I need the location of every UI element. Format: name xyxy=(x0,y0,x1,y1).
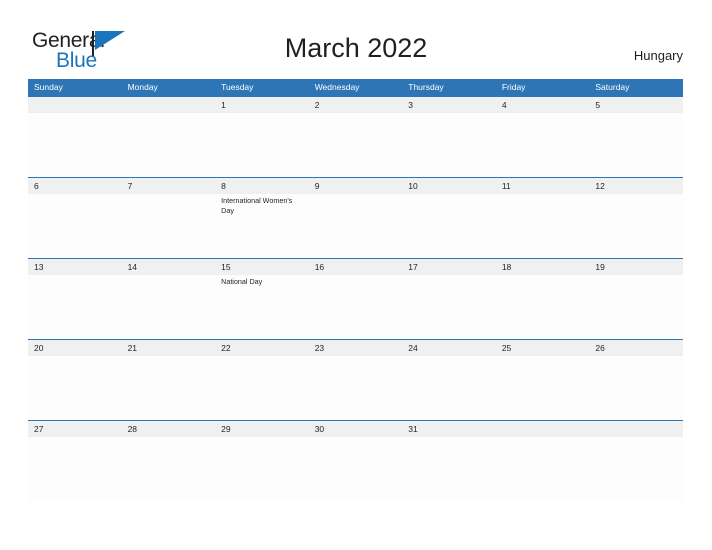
day-event[interactable]: International Women's Day xyxy=(215,194,309,258)
day-number[interactable]: 17 xyxy=(402,259,496,275)
day-number[interactable] xyxy=(589,421,683,437)
day-event[interactable] xyxy=(309,194,403,258)
day-number[interactable]: 21 xyxy=(122,340,216,356)
day-number[interactable]: 5 xyxy=(589,97,683,113)
day-event[interactable] xyxy=(496,275,590,339)
day-number[interactable]: 23 xyxy=(309,340,403,356)
day-event[interactable] xyxy=(122,437,216,501)
day-event[interactable] xyxy=(589,275,683,339)
weekday-header-monday: Monday xyxy=(127,82,158,92)
day-number[interactable]: 18 xyxy=(496,259,590,275)
day-number[interactable]: 10 xyxy=(402,178,496,194)
day-event[interactable] xyxy=(402,437,496,501)
day-event[interactable] xyxy=(309,356,403,420)
page-header: General Blue March 2022 Hungary xyxy=(0,0,712,78)
day-number[interactable]: 4 xyxy=(496,97,590,113)
week-row: 1 2 3 4 5 xyxy=(28,96,683,177)
week-row: 13 14 15 16 17 18 19 National Day xyxy=(28,258,683,339)
day-number[interactable]: 27 xyxy=(28,421,122,437)
country-label: Hungary xyxy=(633,48,683,63)
day-event[interactable] xyxy=(589,437,683,501)
day-body-band xyxy=(28,356,683,420)
day-event[interactable] xyxy=(28,194,122,258)
day-event[interactable] xyxy=(589,113,683,177)
day-number[interactable]: 22 xyxy=(215,340,309,356)
day-number[interactable]: 2 xyxy=(309,97,403,113)
day-event[interactable] xyxy=(215,113,309,177)
weekday-header-row: Sunday Monday Tuesday Wednesday Thursday… xyxy=(28,79,683,96)
weekday-header-saturday: Saturday xyxy=(595,82,630,92)
day-event[interactable] xyxy=(215,437,309,501)
day-event[interactable] xyxy=(496,113,590,177)
day-event[interactable] xyxy=(309,275,403,339)
day-number[interactable]: 6 xyxy=(28,178,122,194)
day-number[interactable]: 19 xyxy=(589,259,683,275)
day-number[interactable]: 7 xyxy=(122,178,216,194)
day-event[interactable] xyxy=(122,113,216,177)
day-event[interactable] xyxy=(589,194,683,258)
day-number[interactable]: 29 xyxy=(215,421,309,437)
day-event[interactable] xyxy=(496,356,590,420)
day-event[interactable] xyxy=(28,275,122,339)
day-event[interactable] xyxy=(28,113,122,177)
day-event[interactable] xyxy=(402,356,496,420)
day-event[interactable] xyxy=(309,113,403,177)
day-number[interactable]: 14 xyxy=(122,259,216,275)
day-body-band xyxy=(28,437,683,501)
day-event[interactable] xyxy=(589,356,683,420)
day-number[interactable]: 25 xyxy=(496,340,590,356)
day-event[interactable] xyxy=(28,356,122,420)
day-number[interactable]: 8 xyxy=(215,178,309,194)
calendar-grid: Sunday Monday Tuesday Wednesday Thursday… xyxy=(28,79,683,501)
day-number[interactable]: 9 xyxy=(309,178,403,194)
day-number[interactable]: 20 xyxy=(28,340,122,356)
day-number-band: 6 7 8 9 10 11 12 xyxy=(28,178,683,194)
week-row: 20 21 22 23 24 25 26 xyxy=(28,339,683,420)
day-event[interactable] xyxy=(122,356,216,420)
weekday-header-friday: Friday xyxy=(501,82,526,92)
day-number[interactable]: 16 xyxy=(309,259,403,275)
day-event[interactable]: National Day xyxy=(215,275,309,339)
day-event[interactable] xyxy=(122,194,216,258)
day-number[interactable]: 12 xyxy=(589,178,683,194)
day-number-band: 27 28 29 30 31 xyxy=(28,421,683,437)
day-number[interactable]: 30 xyxy=(309,421,403,437)
page-title: March 2022 xyxy=(284,33,428,63)
day-number[interactable]: 1 xyxy=(215,97,309,113)
day-event[interactable] xyxy=(496,194,590,258)
day-number[interactable] xyxy=(122,97,216,113)
day-number[interactable]: 31 xyxy=(402,421,496,437)
day-number[interactable]: 24 xyxy=(402,340,496,356)
day-event[interactable] xyxy=(215,356,309,420)
day-event[interactable] xyxy=(28,437,122,501)
weekday-header-wednesday: Wednesday xyxy=(314,82,360,92)
week-row: 27 28 29 30 31 xyxy=(28,420,683,501)
day-event[interactable] xyxy=(402,194,496,258)
day-number[interactable]: 26 xyxy=(589,340,683,356)
day-number[interactable]: 11 xyxy=(496,178,590,194)
day-event[interactable] xyxy=(309,437,403,501)
day-number-band: 1 2 3 4 5 xyxy=(28,97,683,113)
day-body-band: International Women's Day xyxy=(28,194,683,258)
day-number[interactable]: 3 xyxy=(402,97,496,113)
day-number-band: 13 14 15 16 17 18 19 xyxy=(28,259,683,275)
day-number[interactable]: 15 xyxy=(215,259,309,275)
day-number[interactable]: 13 xyxy=(28,259,122,275)
day-event[interactable] xyxy=(402,113,496,177)
day-event[interactable] xyxy=(496,437,590,501)
day-event[interactable] xyxy=(402,275,496,339)
day-event[interactable] xyxy=(122,275,216,339)
week-row: 6 7 8 9 10 11 12 International Women's D… xyxy=(28,177,683,258)
day-number[interactable] xyxy=(28,97,122,113)
day-number[interactable] xyxy=(496,421,590,437)
day-body-band xyxy=(28,113,683,177)
weekday-header-thursday: Thursday xyxy=(408,82,444,92)
weekday-header-tuesday: Tuesday xyxy=(221,82,254,92)
day-body-band: National Day xyxy=(28,275,683,339)
day-number[interactable]: 28 xyxy=(122,421,216,437)
day-number-band: 20 21 22 23 24 25 26 xyxy=(28,340,683,356)
weekday-header-sunday: Sunday xyxy=(34,82,63,92)
